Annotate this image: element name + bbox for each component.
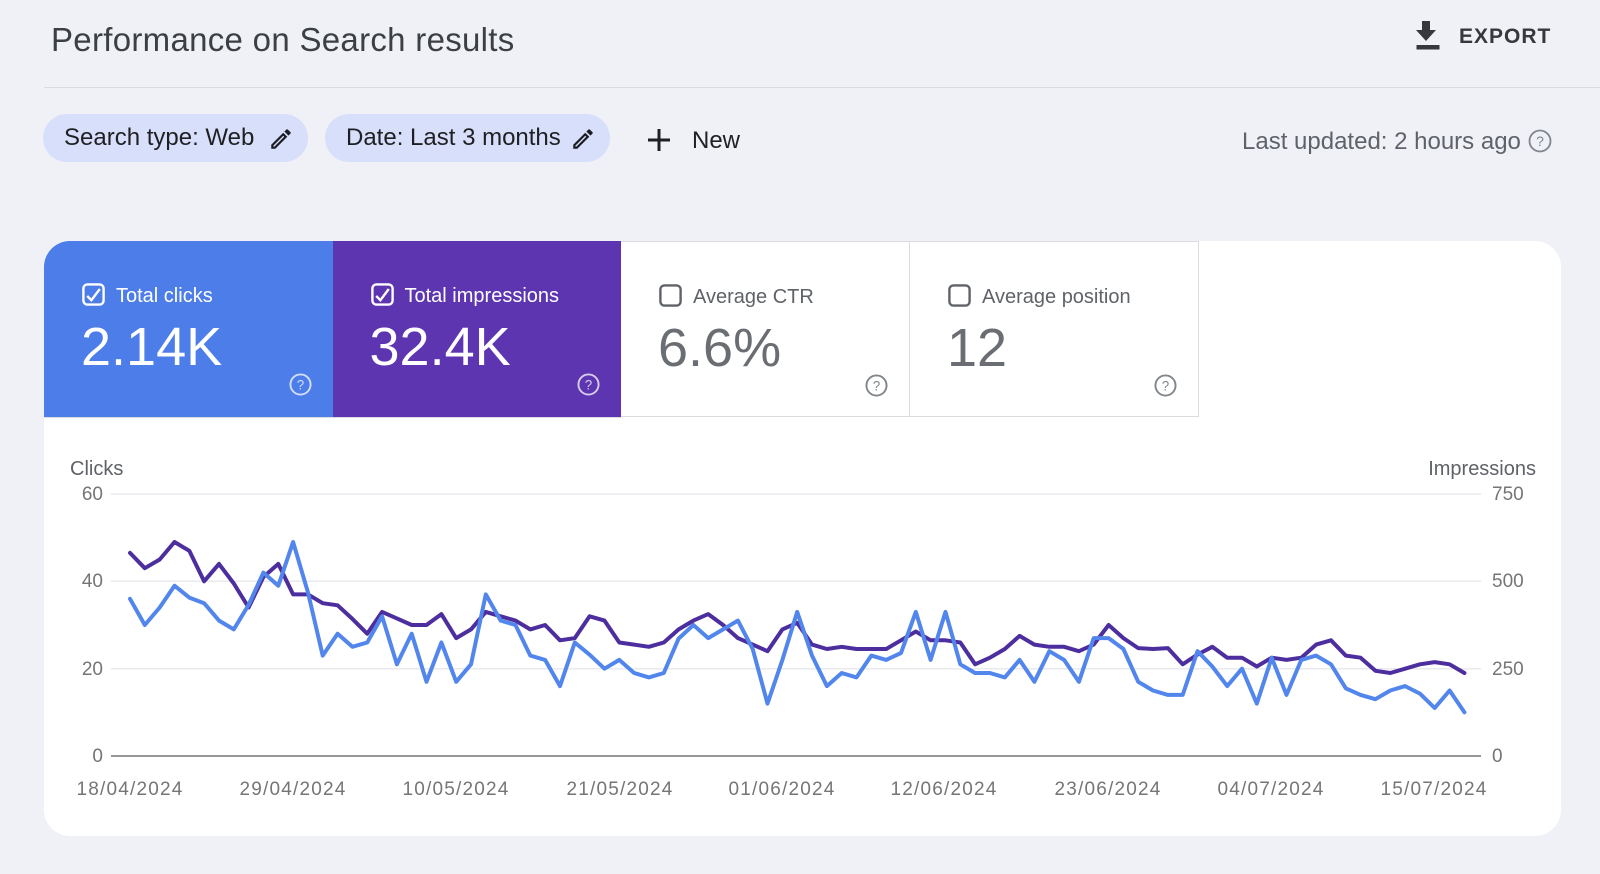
svg-text:21/05/2024: 21/05/2024 <box>566 779 673 800</box>
svg-text:Clicks: Clicks <box>70 458 123 480</box>
svg-text:40: 40 <box>82 571 103 592</box>
svg-text:15/07/2024: 15/07/2024 <box>1380 779 1487 800</box>
svg-text:250: 250 <box>1492 659 1524 680</box>
svg-text:04/07/2024: 04/07/2024 <box>1217 779 1324 800</box>
svg-text:60: 60 <box>82 484 103 505</box>
svg-text:0: 0 <box>1492 746 1503 767</box>
svg-text:23/06/2024: 23/06/2024 <box>1054 779 1161 800</box>
svg-text:20: 20 <box>82 659 103 680</box>
svg-text:Impressions: Impressions <box>1428 458 1536 480</box>
svg-text:10/05/2024: 10/05/2024 <box>402 779 509 800</box>
svg-text:18/04/2024: 18/04/2024 <box>76 779 183 800</box>
svg-text:12/06/2024: 12/06/2024 <box>890 779 997 800</box>
svg-text:500: 500 <box>1492 571 1524 592</box>
svg-text:01/06/2024: 01/06/2024 <box>728 779 835 800</box>
svg-text:29/04/2024: 29/04/2024 <box>239 779 346 800</box>
svg-text:0: 0 <box>92 746 103 767</box>
svg-text:750: 750 <box>1492 484 1524 505</box>
